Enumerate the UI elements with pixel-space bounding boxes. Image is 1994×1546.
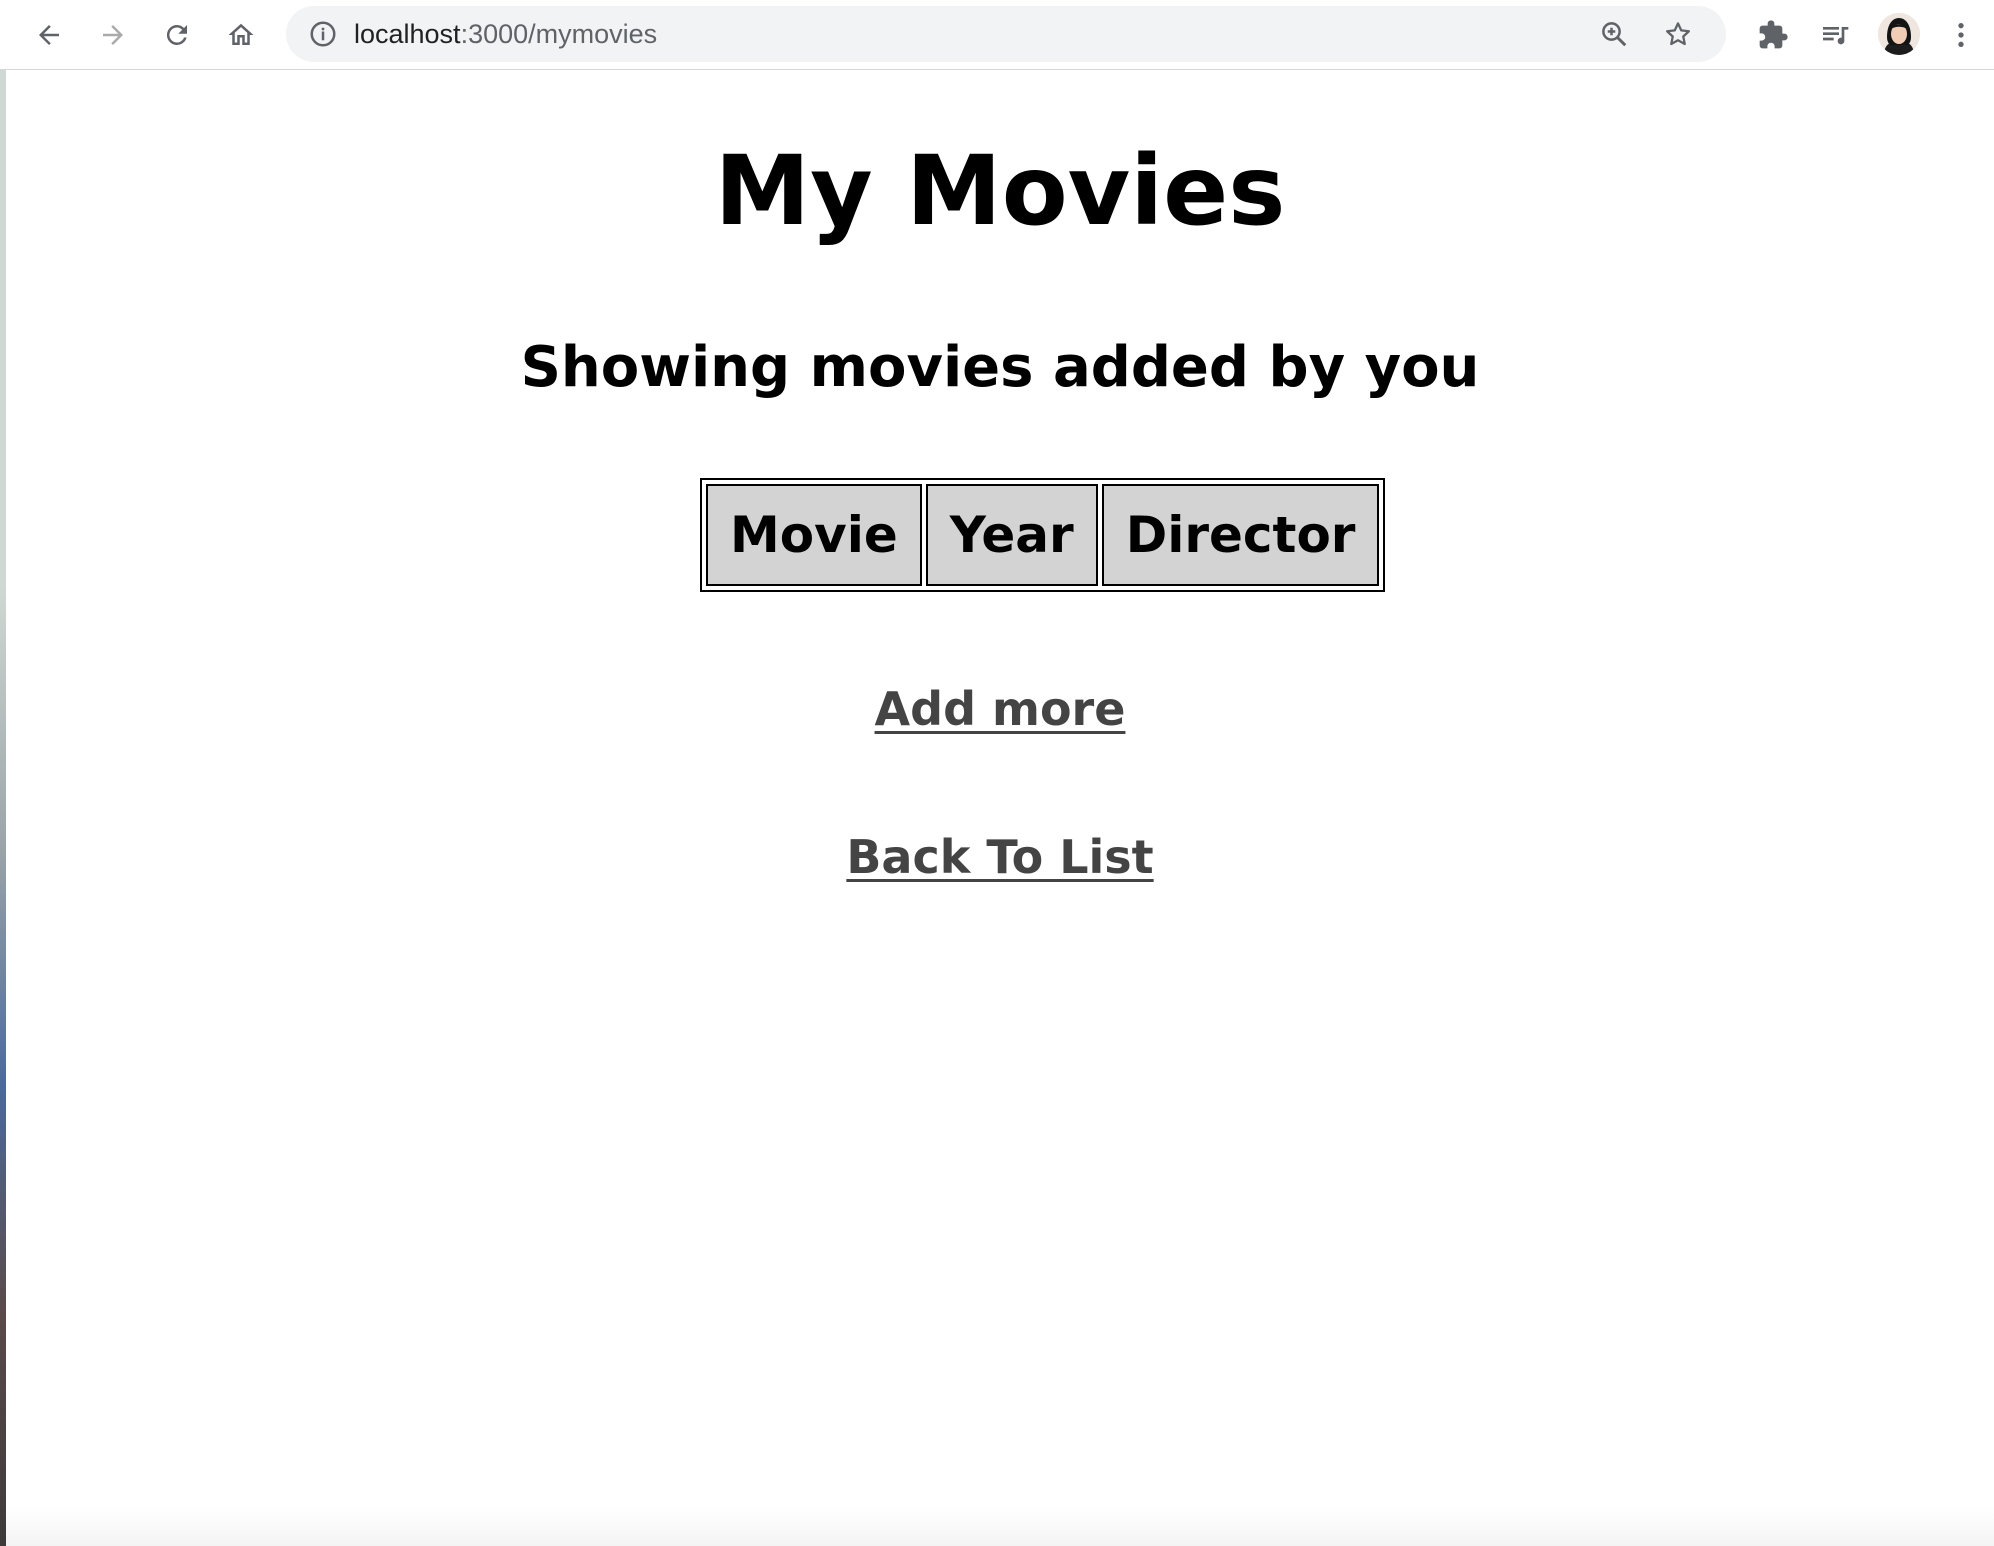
bookmark-button[interactable] (1660, 16, 1696, 52)
url-path: :3000/mymovies (460, 19, 658, 49)
info-circle-icon[interactable] (308, 19, 338, 49)
three-dots-vertical-icon (1958, 23, 1964, 47)
profile-avatar[interactable] (1878, 13, 1920, 55)
page-subtitle: Showing movies added by you (520, 335, 1480, 400)
back-button[interactable] (26, 12, 72, 58)
back-to-list-link[interactable]: Back To List (846, 830, 1153, 884)
column-header-director: Director (1101, 484, 1380, 586)
table-header-row: Movie Year Director (706, 484, 1380, 586)
add-more-link[interactable]: Add more (875, 682, 1126, 736)
address-bar[interactable]: localhost:3000/mymovies (286, 6, 1726, 62)
page-title: My Movies (714, 135, 1286, 247)
reload-button[interactable] (154, 12, 200, 58)
url-host: localhost (354, 19, 461, 49)
movies-table: Movie Year Director (700, 478, 1386, 592)
home-button[interactable] (218, 12, 264, 58)
page-content: My Movies Showing movies added by you Mo… (6, 70, 1994, 1546)
column-header-year: Year (925, 484, 1098, 586)
home-icon (228, 23, 254, 45)
media-control-button[interactable] (1814, 14, 1856, 56)
extensions-button[interactable] (1752, 14, 1794, 56)
menu-button[interactable] (1940, 14, 1982, 56)
back-to-list-link-wrapper: Back To List (6, 830, 1994, 884)
star-icon (1666, 22, 1690, 46)
zoom-button[interactable] (1596, 16, 1632, 52)
column-header-movie: Movie (706, 484, 922, 586)
zoom-in-icon (1602, 22, 1627, 47)
browser-toolbar: localhost:3000/mymovies (0, 0, 1994, 70)
avatar-icon (1878, 13, 1920, 55)
url-text[interactable]: localhost:3000/mymovies (354, 6, 657, 62)
forward-button[interactable] (90, 12, 136, 58)
arrow-left-icon (39, 25, 59, 45)
bottom-shadow (6, 1506, 1994, 1546)
reload-icon (166, 24, 187, 45)
playlist-icon (1823, 27, 1849, 45)
puzzle-icon (1759, 20, 1788, 49)
arrow-right-icon (103, 25, 123, 45)
add-more-link-wrapper: Add more (6, 682, 1994, 736)
